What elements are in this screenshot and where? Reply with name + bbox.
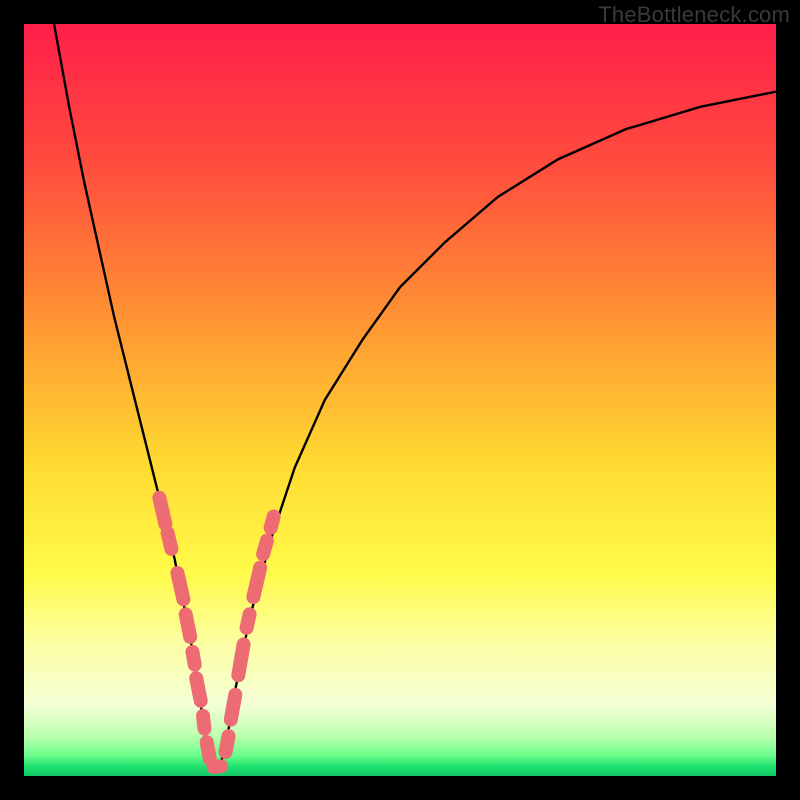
- plot-area: [24, 24, 776, 776]
- gradient-background: [24, 24, 776, 776]
- chart-frame: [24, 24, 776, 776]
- watermark-text: TheBottleneck.com: [598, 2, 790, 28]
